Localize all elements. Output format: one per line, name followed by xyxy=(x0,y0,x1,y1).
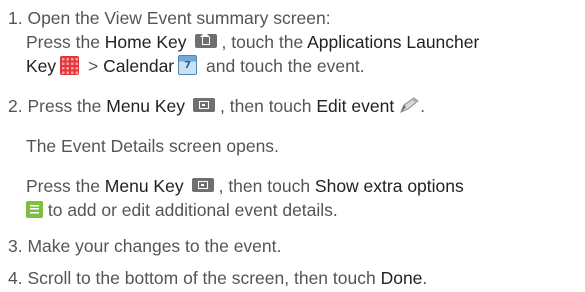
done-label: Done xyxy=(380,268,423,288)
press-the-text: Press the xyxy=(26,32,105,52)
touch-the-text: , touch the xyxy=(221,32,308,52)
calendar-label: Calendar xyxy=(103,56,175,76)
step-4: 4. Scroll to the bottom of the screen, t… xyxy=(8,268,427,288)
home-icon xyxy=(194,32,217,49)
step-3: 3. Make your changes to the event. xyxy=(8,236,281,256)
step-2-press-text: 2. Press the xyxy=(8,96,107,116)
extra-options-line-2: to add or edit additional event details. xyxy=(26,200,338,220)
show-extra-options-label: Show extra options xyxy=(314,176,464,196)
touch-event-text: and touch the event. xyxy=(201,56,365,76)
menu-key-label: Menu Key xyxy=(106,96,186,116)
step-4-text: 4. Scroll to the bottom of the screen, t… xyxy=(8,268,381,288)
applications-launcher-label: Applications Launcher xyxy=(307,32,480,52)
home-key-label: Home Key xyxy=(104,32,187,52)
step-4-period: . xyxy=(422,268,428,288)
menu-icon xyxy=(193,98,216,113)
pencil-icon xyxy=(400,97,420,114)
step-1-line-2: Press the Home Key , touch the Applicatio… xyxy=(26,32,479,52)
extra-options-desc: to add or edit additional event details. xyxy=(43,200,338,220)
separator-text: > xyxy=(83,56,104,76)
step-2-then-text: , then touch xyxy=(220,96,317,116)
extra-options-icon xyxy=(26,200,43,218)
extra-then-text: , then touch xyxy=(218,176,315,196)
step-2-period: . xyxy=(420,96,426,116)
event-details-note: The Event Details screen opens. xyxy=(26,136,279,156)
menu-key-label-2: Menu Key xyxy=(104,176,184,196)
extra-press-text: Press the xyxy=(26,176,105,196)
step-1-text: 1. Open the View Event summary screen: xyxy=(8,8,331,28)
event-details-text: The Event Details screen opens. xyxy=(26,136,279,156)
extra-options-line-1: Press the Menu Key , then touch Show extr… xyxy=(26,176,464,196)
key-label: Key xyxy=(26,56,57,76)
step-1-title: 1. Open the View Event summary screen: xyxy=(8,8,331,28)
step-3-text: 3. Make your changes to the event. xyxy=(8,236,282,256)
step-2: 2. Press the Menu Key , then touch Edit e… xyxy=(8,96,425,116)
menu-icon xyxy=(191,178,214,193)
applications-launcher-icon xyxy=(60,55,80,75)
edit-event-label: Edit event xyxy=(316,96,395,116)
step-1-line-3: Key > Calendar and touch the event. xyxy=(26,55,365,77)
instructions-document: 1. Open the View Event summary screen: P… xyxy=(0,0,585,292)
calendar-icon xyxy=(178,55,198,76)
